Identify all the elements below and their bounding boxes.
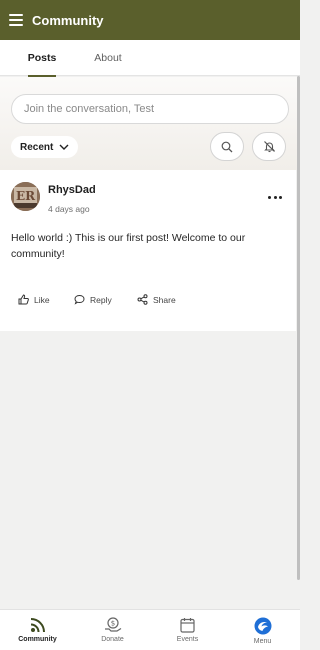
bell-off-icon [263,141,275,153]
post-author[interactable]: RhysDad [48,184,96,196]
brand-logo-icon [254,617,271,635]
avatar-lettering: ER [16,189,36,203]
app-bar: Community [0,0,300,40]
avatar[interactable]: ER [11,182,40,211]
post-actions: Like Reply Share [0,294,296,312]
donate-icon: $ [104,617,121,632]
filter-area: Join the conversation, Test Recent [0,77,300,170]
nav-donate[interactable]: $ Donate [75,610,150,650]
thumbs-up-icon [18,294,29,305]
bottom-nav: Community $ Donate Events Menu [0,609,300,650]
share-icon [137,294,148,305]
tab-posts[interactable]: Posts [0,40,84,77]
app-title: Community [32,12,104,28]
post-body: Hello world :) This is our first post! W… [11,232,246,260]
share-button[interactable]: Share [137,294,176,305]
reply-bubble-icon [74,294,85,305]
sort-dropdown[interactable]: Recent [11,136,79,158]
sort-label: Recent [20,141,54,153]
search-icon [221,141,233,152]
nav-menu[interactable]: Menu [225,610,300,650]
post-timestamp: 4 days ago [48,204,90,214]
hamburger-menu-icon[interactable] [9,13,23,27]
tab-bar: Posts About [0,40,300,77]
post-card: ER RhysDad 4 days ago Hello world :) Thi… [0,170,296,331]
nav-label-events: Events [176,636,199,643]
scrollbar[interactable] [297,76,300,580]
more-options-icon[interactable] [268,194,282,200]
reply-label: Reply [90,294,112,305]
mute-notifications-button[interactable] [252,132,286,161]
nav-label-donate: Donate [101,636,124,643]
chevron-down-icon [59,144,69,150]
search-button[interactable] [210,132,244,161]
calendar-icon [180,618,195,633]
reply-button[interactable]: Reply [74,294,112,305]
compose-input[interactable]: Join the conversation, Test [11,94,289,124]
tab-about[interactable]: About [84,40,132,76]
svg-text:$: $ [110,620,114,628]
like-label: Like [34,294,50,305]
like-button[interactable]: Like [18,294,50,305]
nav-events[interactable]: Events [150,610,225,650]
rss-icon [30,618,45,633]
nav-community[interactable]: Community [0,610,75,650]
nav-label-menu: Menu [253,638,272,645]
share-label: Share [153,294,176,305]
nav-label-community: Community [18,636,57,643]
